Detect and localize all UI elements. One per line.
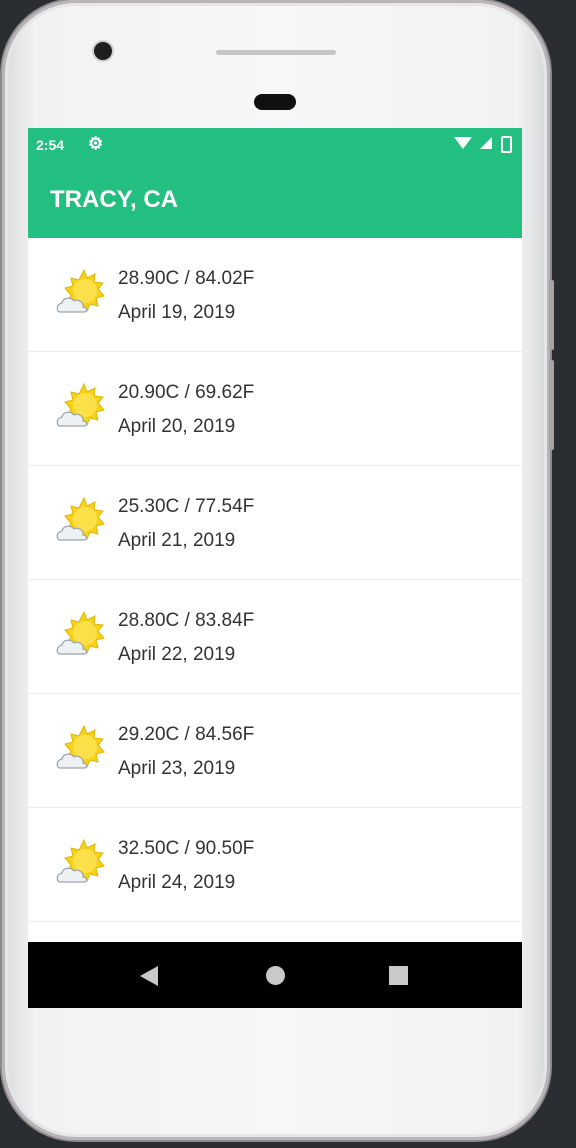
forecast-date: April 21, 2019 — [118, 530, 236, 551]
forecast-row[interactable]: 25.30C / 77.54F April 21, 2019 — [28, 466, 522, 580]
wifi-icon — [454, 137, 472, 149]
partly-sunny-icon — [56, 382, 105, 427]
forecast-date: April 24, 2019 — [118, 872, 236, 893]
forecast-row[interactable]: 28.90C / 84.02F April 19, 2019 — [28, 238, 522, 352]
forecast-row[interactable]: 29.20C / 84.56F April 23, 2019 — [28, 694, 522, 808]
partly-sunny-icon — [56, 838, 105, 883]
forecast-temp: 25.30C / 77.54F — [118, 496, 255, 517]
forecast-temp: 28.80C / 83.84F — [118, 610, 255, 631]
forecast-temp: 29.20C / 84.56F — [118, 724, 255, 745]
battery-icon — [501, 136, 512, 153]
signal-icon — [480, 137, 492, 149]
front-camera — [94, 42, 112, 60]
navigation-bar — [28, 942, 522, 1008]
status-time: 2:54 — [36, 137, 65, 153]
proximity-sensor — [254, 94, 296, 110]
recents-icon[interactable] — [389, 966, 408, 985]
partly-sunny-icon — [56, 496, 105, 541]
forecast-row[interactable]: 20.90C / 69.62F April 20, 2019 — [28, 352, 522, 466]
page-title: TRACY, CA — [50, 186, 179, 213]
screen: 2:54 ⚙ TRACY, CA 28.90C / 84.02F April 1 — [28, 128, 522, 1008]
partly-sunny-icon — [56, 724, 105, 769]
forecast-row[interactable]: 28.80C / 83.84F April 22, 2019 — [28, 580, 522, 694]
power-button — [549, 360, 554, 450]
partly-sunny-icon — [56, 268, 105, 313]
volume-button — [549, 280, 554, 350]
forecast-list[interactable]: 28.90C / 84.02F April 19, 2019 20.90C / … — [28, 238, 522, 922]
forecast-date: April 22, 2019 — [118, 644, 236, 665]
back-icon[interactable] — [140, 966, 158, 986]
forecast-temp: 32.50C / 90.50F — [118, 838, 255, 859]
home-icon[interactable] — [266, 966, 285, 985]
settings-icon: ⚙ — [88, 134, 104, 153]
forecast-row[interactable]: 32.50C / 90.50F April 24, 2019 — [28, 808, 522, 922]
forecast-temp: 28.90C / 84.02F — [118, 268, 255, 289]
phone-frame: 2:54 ⚙ TRACY, CA 28.90C / 84.02F April 1 — [2, 0, 554, 1140]
forecast-date: April 19, 2019 — [118, 302, 236, 323]
forecast-date: April 20, 2019 — [118, 416, 236, 437]
forecast-date: April 23, 2019 — [118, 758, 236, 779]
app-bar: TRACY, CA — [28, 162, 522, 238]
forecast-temp: 20.90C / 69.62F — [118, 382, 255, 403]
partly-sunny-icon — [56, 610, 105, 655]
status-bar: 2:54 ⚙ — [28, 128, 522, 162]
earpiece-speaker — [216, 50, 336, 55]
